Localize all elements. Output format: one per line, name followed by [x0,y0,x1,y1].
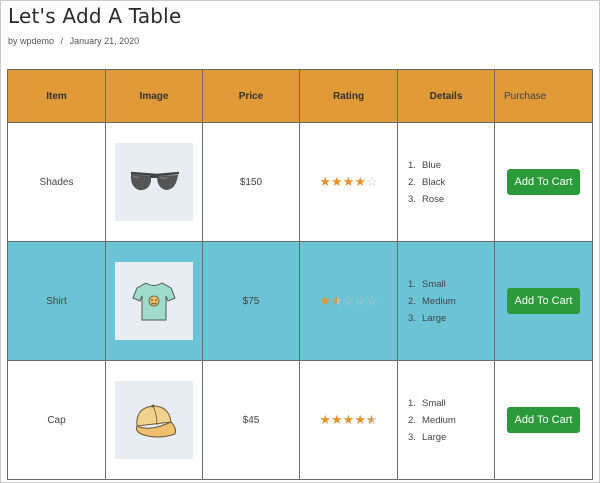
list-item: 1. Small [408,278,446,290]
table-header-row: Item Image Price Rating Details Purchase [7,69,593,123]
product-table: Item Image Price Rating Details Purchase… [7,69,593,480]
cell-item: Cap [7,360,106,480]
cell-details: 1. Small 2. Medium 3. Large [397,360,495,480]
cell-rating: ★★☆☆☆ [299,241,398,361]
cell-item: Shirt [7,241,106,361]
header-price: Price [202,69,300,123]
header-rating: Rating [299,69,398,123]
tshirt-icon [132,282,176,321]
cell-image [105,122,203,242]
add-to-cart-button[interactable]: Add To Cart [506,407,581,433]
table-row: Shirt $75 ★★☆☆☆ 1.Small 2.Medi [7,241,593,361]
cell-image [105,360,203,480]
cell-price: $45 [202,360,300,480]
cell-price: $75 [202,241,300,361]
post-meta: by wpdemo / January 21, 2020 [8,36,139,46]
star-rating: ★★★★★ [319,412,377,427]
list-item: 2. Medium [408,414,456,426]
cell-purchase: Add To Cart [494,122,593,242]
table-row: Shades $150 ★★★★☆ 1. Blue 2. Black 3. Ro… [7,122,593,242]
add-to-cart-button[interactable]: Add To Cart [506,169,581,195]
details-list: 1. Blue 2. Black 3. Rose [398,157,494,208]
cell-rating: ★★★★☆ [299,122,398,242]
cell-details: 1. Blue 2. Black 3. Rose [397,122,495,242]
cell-purchase: Add To Cart [494,360,593,480]
list-item: 3. Large [408,431,447,443]
product-image [115,381,193,459]
cell-details: 1. Small 2. Medium 3. Large [397,241,495,361]
details-list: 1. Small 2. Medium 3. Large [398,276,494,327]
star-rating: ★★☆☆☆ [319,293,377,308]
star-rating: ★★★★☆ [319,174,378,189]
add-to-cart-button[interactable]: Add To Cart [506,288,581,314]
cell-image [105,241,203,361]
list-item: 1. Blue [408,159,442,171]
header-item: Item [7,69,106,123]
table-row: Cap $45 ★★★★★ 1.Small 2.Medium [7,360,593,480]
list-item: 3. Large [408,312,447,324]
sunglasses-icon [130,171,180,191]
list-item: 2. Black [408,176,446,188]
meta-by: by [8,36,18,46]
header-details: Details [397,69,495,123]
meta-separator: / [60,36,64,46]
cell-price: $150 [202,122,300,242]
product-image [115,143,193,221]
header-purchase: Purchase [494,69,593,123]
list-item: 1. Small [408,397,446,409]
product-image [115,262,193,340]
list-item: 3. Rose [408,193,445,205]
post-date: January 21, 2020 [69,36,140,46]
header-image: Image [105,69,203,123]
cell-item: Shades [7,122,106,242]
cap-icon [136,404,176,438]
author-link[interactable]: wpdemo [20,36,54,46]
post-title: Let's Add A Table [8,4,182,28]
details-list: 1. Small 2. Medium 3. Large [398,395,494,446]
cell-rating: ★★★★★ [299,360,398,480]
list-item: 2. Medium [408,295,456,307]
cell-purchase: Add To Cart [494,241,593,361]
